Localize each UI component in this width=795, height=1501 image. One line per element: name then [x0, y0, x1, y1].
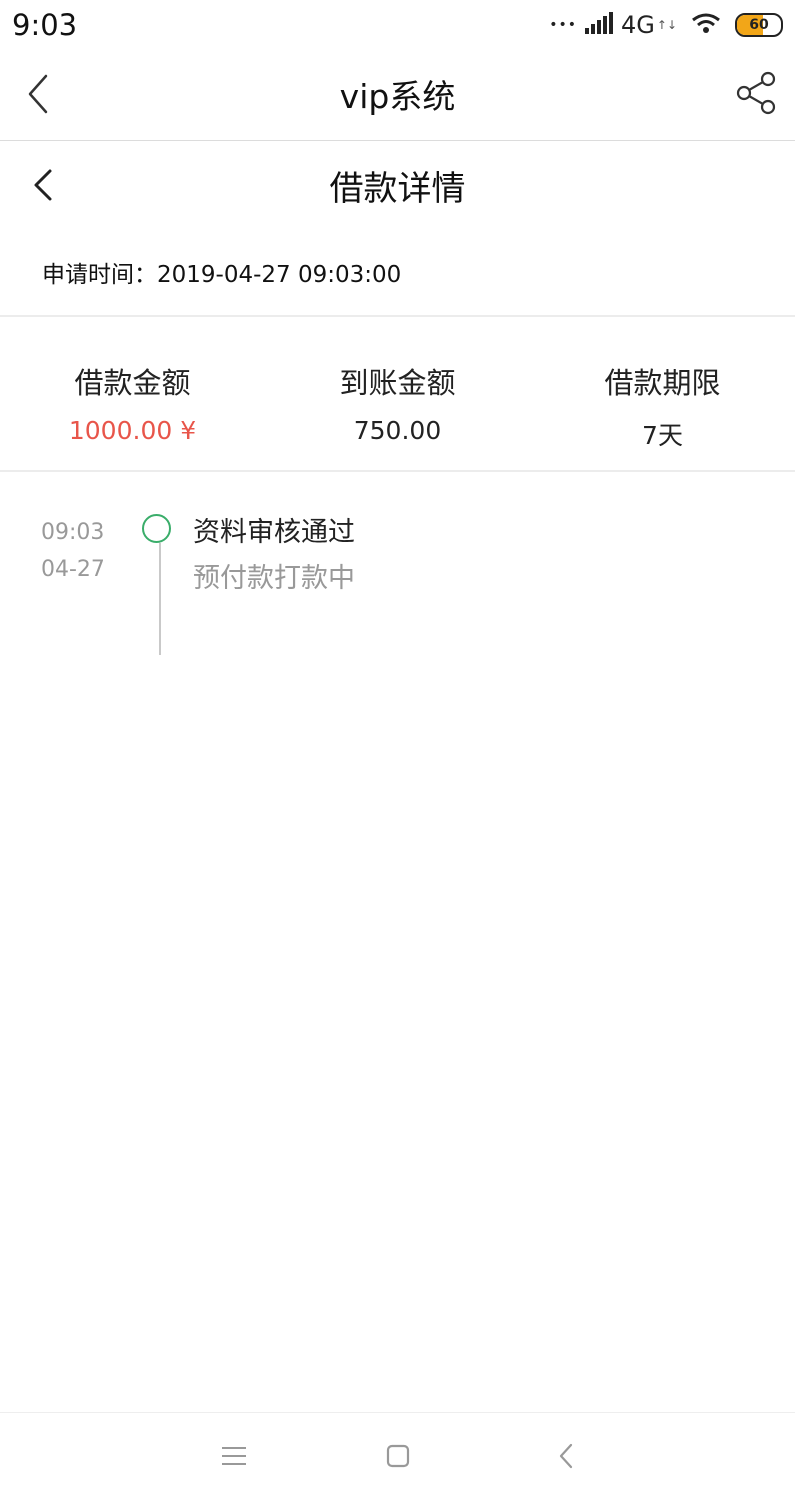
page-title: 借款详情 [329, 169, 466, 209]
wifi-icon [691, 12, 721, 38]
summary-loan-amount: 借款金额 1000.00 ¥ [0, 318, 265, 471]
signal-icon [585, 12, 615, 38]
timeline-title: 资料审核通过 [193, 517, 355, 548]
summary-label: 借款金额 [74, 366, 191, 400]
divider [0, 315, 795, 317]
divider [0, 470, 795, 472]
system-nav-bar [0, 1412, 795, 1501]
loan-summary: 借款金额 1000.00 ¥ 到账金额 750.00 借款期限 7天 [0, 318, 795, 471]
network-type: 4G [621, 11, 655, 39]
summary-value: 7天 [642, 421, 683, 450]
status-bar: 9:03 ••• 4G ↑↓ 60 [0, 0, 795, 50]
data-arrows-icon: ↑↓ [656, 18, 677, 32]
summary-label: 到账金额 [339, 366, 456, 400]
nav-title: vip系统 [339, 77, 456, 116]
more-dots-icon: ••• [549, 17, 578, 33]
battery-level: 60 [749, 17, 769, 33]
battery-icon: 60 [735, 13, 783, 37]
summary-value: 750.00 [353, 416, 442, 445]
timeline-subtitle: 预付款打款中 [193, 563, 355, 594]
summary-loan-term: 借款期限 7天 [530, 318, 795, 471]
share-icon[interactable] [735, 70, 777, 116]
timeline-line [159, 543, 161, 655]
back-triangle-icon[interactable] [558, 1443, 574, 1469]
status-time: 9:03 [12, 8, 78, 42]
summary-value: 1000.00 ¥ [68, 416, 197, 445]
apply-time: 申请时间：2019-04-27 09:03:00 [42, 262, 402, 288]
page-header: 借款详情 [0, 141, 795, 231]
home-square-icon[interactable] [386, 1444, 410, 1468]
top-nav-bar: vip系统 [0, 50, 795, 141]
status-icons: ••• 4G ↑↓ 60 [549, 10, 783, 40]
summary-received-amount: 到账金额 750.00 [265, 318, 530, 471]
summary-label: 借款期限 [604, 366, 721, 400]
menu-icon[interactable] [222, 1445, 246, 1467]
timeline-date: 04-27 [41, 557, 105, 582]
timeline-dot-icon [142, 514, 171, 543]
timeline-time: 09:03 [41, 520, 105, 545]
